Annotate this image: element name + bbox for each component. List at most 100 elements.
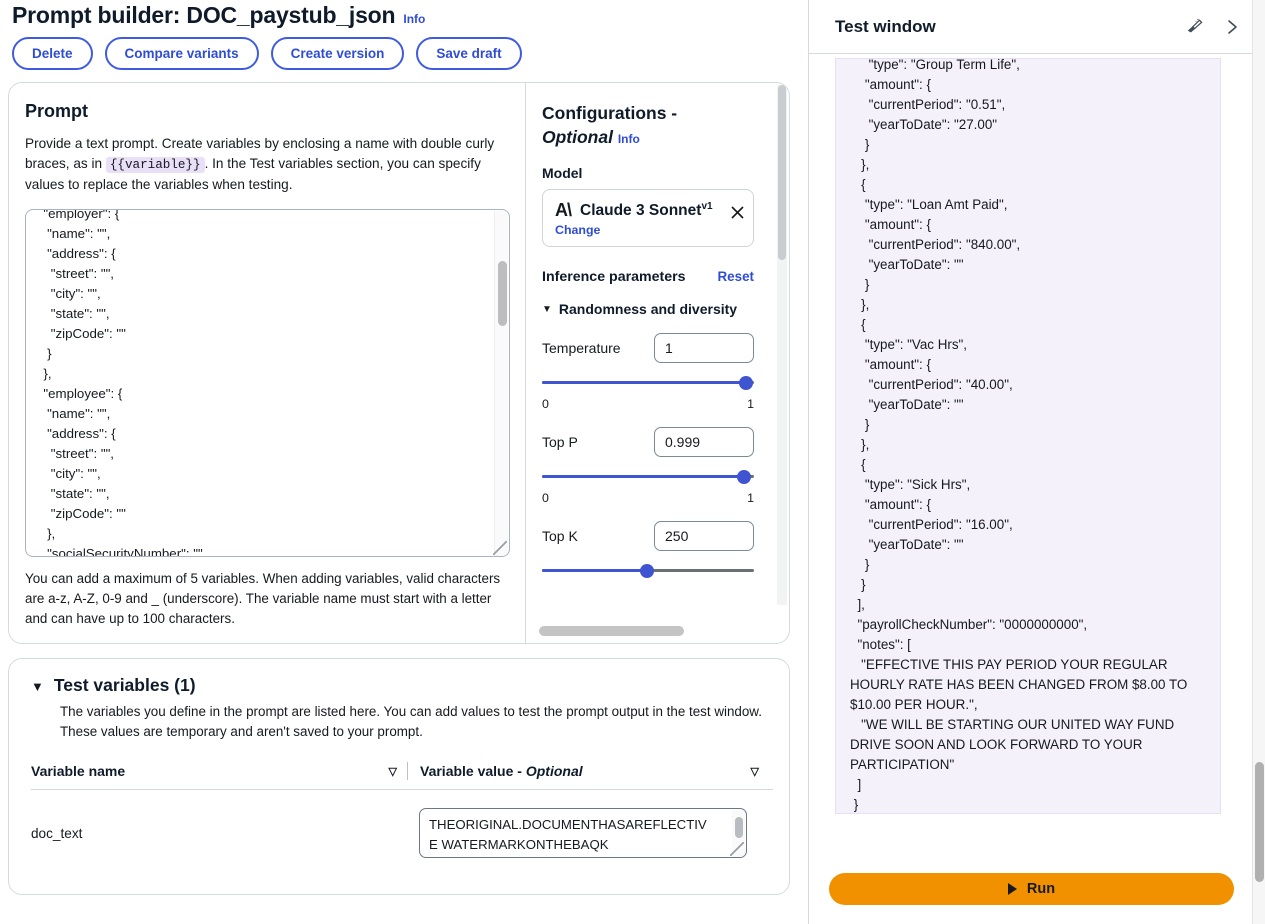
param-temperature: Temperature 0 1 [542, 333, 754, 411]
anthropic-logo-icon: A\ [555, 200, 572, 220]
test-window-body: "type": "Group Term Life", "amount": { "… [809, 54, 1253, 854]
prompt-textarea[interactable]: "employer": { "name": "", "address": { "… [25, 209, 510, 557]
slider-fill [542, 381, 748, 384]
param-top-p-max: 1 [747, 491, 754, 505]
model-label: Model [542, 165, 583, 181]
test-window-panel: Test window "type": "Group Term Life", "… [808, 0, 1254, 924]
page-scroll-thumb[interactable] [1255, 762, 1264, 882]
test-window-header: Test window [809, 0, 1253, 54]
configurations-horizontal-scroll-thumb[interactable] [539, 626, 684, 636]
param-temperature-min: 0 [542, 397, 549, 411]
model-row: A\ Claude 3 Sonnetv1 [555, 200, 741, 221]
prompt-textarea-scroll-thumb[interactable] [498, 261, 507, 326]
page-header: Prompt builder: DOC_paystub_json Info [8, 0, 790, 29]
prompt-heading: Prompt [25, 101, 88, 121]
configurations-horizontal-scrollbar[interactable] [539, 626, 784, 636]
param-temperature-input[interactable] [654, 333, 754, 363]
param-temperature-row: Temperature [542, 333, 754, 363]
model-change-link[interactable]: Change [555, 223, 741, 237]
test-variables-header[interactable]: ▼ Test variables (1) [31, 675, 773, 696]
page-info-link[interactable]: Info [403, 12, 425, 26]
column-header-variable-name-label: Variable name [31, 763, 126, 779]
param-temperature-slider[interactable] [542, 375, 754, 391]
test-output-scrollbar[interactable] [1236, 112, 1247, 854]
prompt-description: Provide a text prompt. Create variables … [25, 134, 495, 195]
param-top-p: Top P 0 1 [542, 427, 754, 505]
inference-parameters-label: Inference parameters [542, 269, 686, 285]
test-window-header-icons [1185, 17, 1241, 37]
create-version-button[interactable]: Create version [270, 37, 405, 70]
table-row: doc_text THEORIGINAL.DOCUMENTHASAREFLECT… [31, 790, 773, 868]
reset-link[interactable]: Reset [718, 269, 754, 284]
test-output-box: "type": "Group Term Life", "amount": { "… [835, 58, 1221, 814]
model-card[interactable]: A\ Claude 3 Sonnetv1 Change [542, 189, 754, 247]
variable-value-resize-handle[interactable] [730, 842, 744, 856]
param-top-k-label: Top K [542, 528, 578, 544]
prompt-section: Prompt Provide a text prompt. Create var… [9, 83, 525, 643]
param-top-p-range: 0 1 [542, 491, 754, 505]
column-header-variable-name[interactable]: Variable name ▽ [31, 763, 407, 779]
randomness-diversity-accordion[interactable]: ▼ Randomness and diversity [542, 301, 773, 317]
configurations-heading: Configurations - Optional Info [542, 101, 773, 151]
caret-down-icon: ▼ [542, 303, 552, 315]
configurations-info-link[interactable]: Info [618, 132, 640, 146]
prompt-textarea-value: "employer": { "name": "", "address": { "… [43, 209, 207, 557]
page-title: Prompt builder: DOC_paystub_json [12, 2, 396, 28]
mouse-cursor-icon [731, 206, 744, 219]
slider-fill [542, 569, 648, 572]
param-top-p-label: Top P [542, 434, 578, 450]
configurations-section: Configurations - Optional Info Model A\ … [525, 83, 789, 643]
sort-caret-icon: ▽ [750, 765, 759, 778]
inference-parameters-row: Inference parameters Reset [542, 269, 754, 285]
param-top-k-slider[interactable] [542, 563, 754, 579]
slider-knob[interactable] [739, 376, 754, 390]
test-variables-panel: ▼ Test variables (1) The variables you d… [8, 658, 790, 895]
param-top-p-input[interactable] [654, 427, 754, 457]
page-scrollbar[interactable] [1252, 0, 1265, 924]
prompt-textarea-scrollbar[interactable] [494, 211, 508, 556]
variable-chip: {{variable}} [105, 157, 205, 173]
table-header-row: Variable name ▽ Variable value - Optiona… [31, 762, 773, 790]
slider-knob[interactable] [737, 470, 752, 484]
param-top-k-row: Top K [542, 521, 754, 551]
chevron-right-icon[interactable] [1223, 17, 1241, 37]
sort-caret-icon: ▽ [388, 765, 397, 778]
test-window-footer: Run [809, 854, 1254, 924]
variable-value-scroll-thumb[interactable] [735, 817, 743, 838]
configurations-vertical-scroll-thumb[interactable] [778, 85, 786, 260]
param-temperature-range: 0 1 [542, 397, 754, 411]
test-variables-description: The variables you define in the prompt a… [60, 704, 762, 739]
column-divider [407, 762, 408, 780]
test-window-title: Test window [835, 16, 936, 36]
prompt-textarea-resize-handle[interactable] [493, 541, 507, 555]
compare-variants-button[interactable]: Compare variants [104, 37, 259, 70]
slider-knob[interactable] [639, 564, 654, 578]
model-name: Claude 3 Sonnetv1 [580, 200, 713, 220]
column-header-variable-value[interactable]: Variable value - Optional ▽ [420, 763, 773, 779]
param-top-k-input[interactable] [654, 521, 754, 551]
play-icon [1007, 883, 1017, 895]
configurations-vertical-scrollbar[interactable] [777, 85, 787, 605]
param-top-p-min: 0 [542, 491, 549, 505]
slider-fill [542, 475, 746, 478]
param-top-k: Top K [542, 521, 754, 579]
variable-value-text: THEORIGINAL.DOCUMENTHASAREFLECTIVE WATER… [429, 817, 707, 852]
test-variables-title: Test variables (1) [53, 675, 196, 695]
header-action-buttons: Delete Compare variants Create version S… [8, 29, 790, 70]
variable-value-textarea[interactable]: THEORIGINAL.DOCUMENTHASAREFLECTIVE WATER… [419, 808, 747, 858]
left-column: Prompt builder: DOC_paystub_json Info De… [0, 0, 800, 924]
delete-button[interactable]: Delete [12, 37, 93, 70]
run-button[interactable]: Run [829, 873, 1234, 905]
configurations-title-line1: Configurations - [542, 103, 678, 123]
test-output-text: "type": "Group Term Life", "amount": { "… [850, 58, 1188, 812]
accordion-label: Randomness and diversity [558, 301, 738, 317]
param-top-p-slider[interactable] [542, 469, 754, 485]
caret-down-icon: ▼ [31, 679, 44, 694]
model-version: v1 [701, 200, 713, 212]
variable-name-cell: doc_text [31, 825, 83, 841]
prompt-configuration-panel: Prompt Provide a text prompt. Create var… [8, 82, 790, 644]
param-temperature-max: 1 [747, 397, 754, 411]
save-draft-button[interactable]: Save draft [416, 37, 522, 70]
param-top-p-row: Top P [542, 427, 754, 457]
broom-icon[interactable] [1185, 17, 1205, 37]
